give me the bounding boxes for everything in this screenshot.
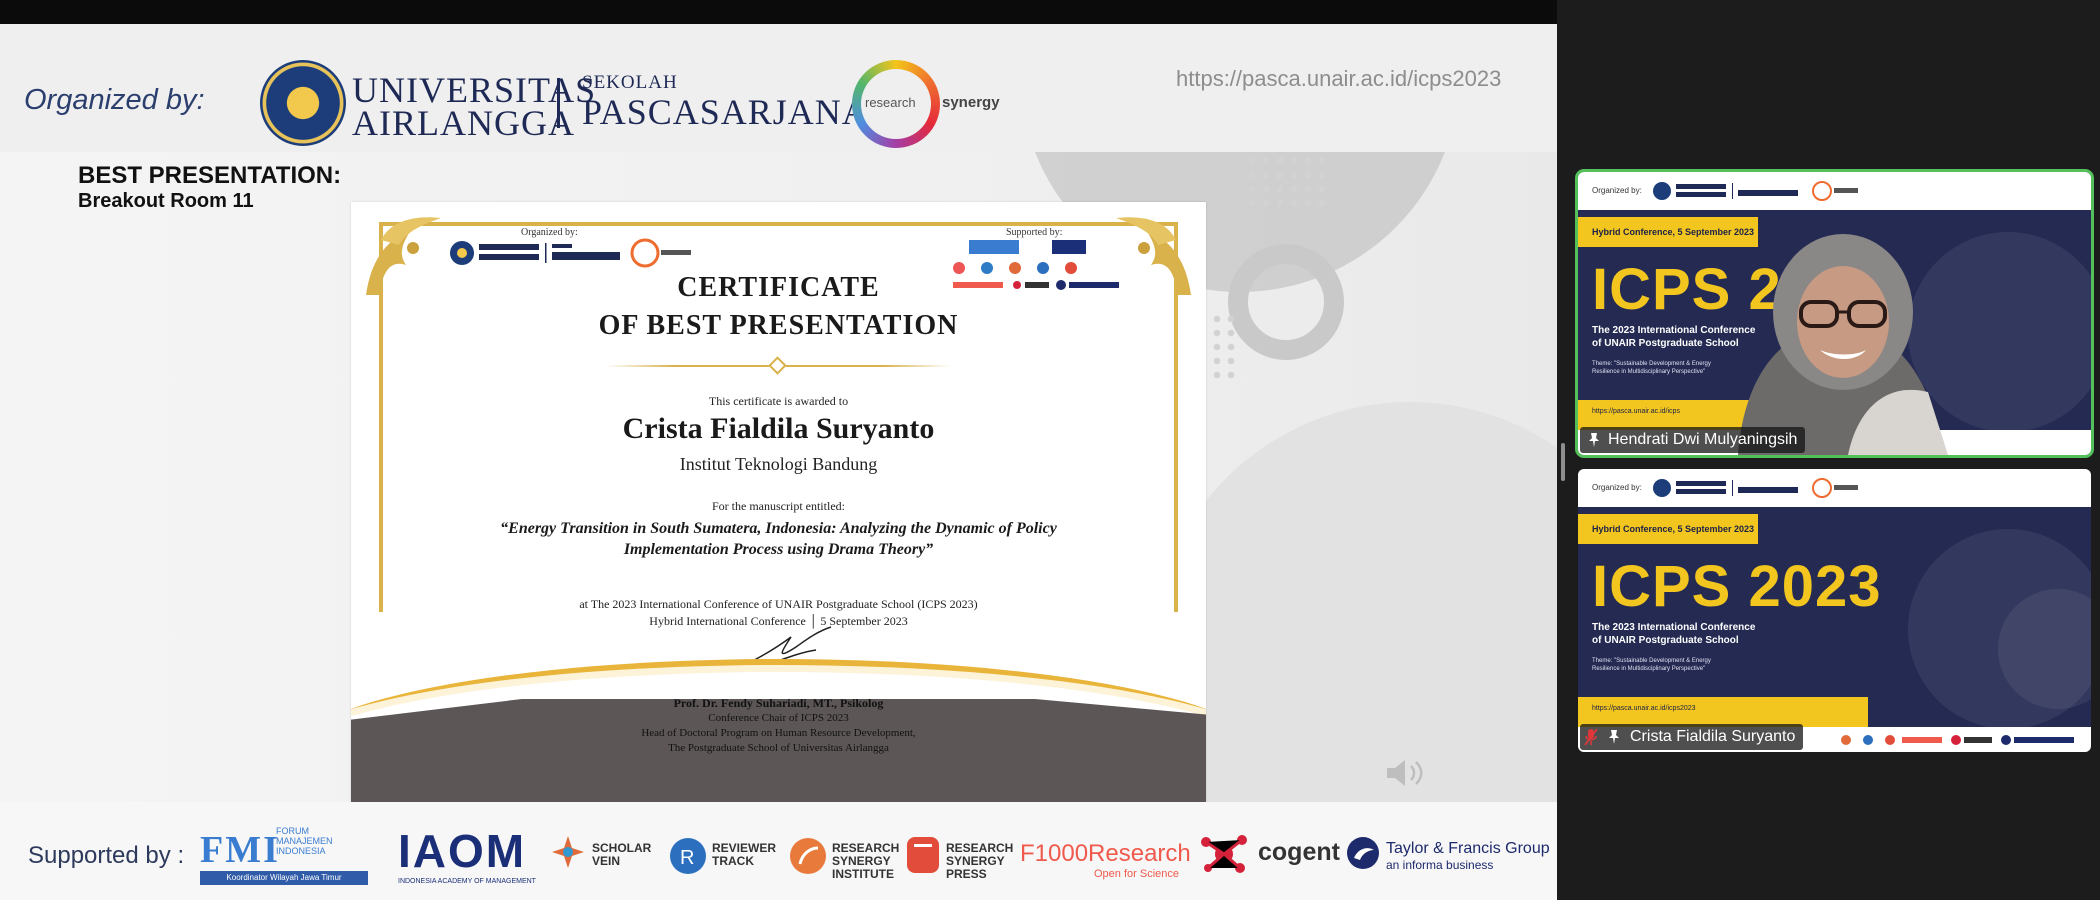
shared-screen[interactable]: Organized by: UNIVERSITAS AIRLANGGA SEKO… [0,0,1557,900]
scholar-vein-icon [552,836,584,868]
manuscript-title: “Energy Transition in South Sumatera, In… [500,520,1057,558]
taylor-francis-logo: Taylor & Francis Group an informa busine… [1386,840,1550,874]
certificate-supported-by: Supported by: [1006,227,1063,238]
certificate: Organized by: Supported by: CERTIFICATE [351,202,1206,802]
participant-name: Hendrati Dwi Mulyaningsih [1608,431,1798,448]
tile-organized-by: Organized by: [1592,186,1642,195]
fmi-logo-sub: FORUM MANAJEMEN INDONESIA [276,826,333,856]
signer-role: Head of Doctoral Program on Human Resour… [641,727,916,739]
pin-icon [1609,730,1619,744]
research-synergy-press-logo: RESEARCH SYNERGY PRESS [946,841,1014,881]
slide-footer: Supported by : FMI FORUM MANAJEMEN INDON… [0,802,1557,900]
participant-video-icon [1738,234,1948,455]
participant-name: Crista Fialdila Suryanto [1630,728,1796,745]
participant-tile[interactable]: Organized by: Hybrid Conference, 5 Septe… [1575,169,2094,458]
mic-muted-icon [1584,728,1598,746]
tile-organized-by: Organized by: [1592,483,1642,492]
awarded-to-label: This certificate is awarded to [708,394,849,408]
sekolah-logo-text: SEKOLAH PASCASARJANA [582,72,869,130]
f1000research-sub: Open for Science [1094,868,1179,880]
tile-banner-title: ICPS 2023 [1592,554,1882,619]
tile-footer-logos [1841,735,2074,745]
reviewer-track-logo: REVIEWER TRACK [712,841,777,868]
slide-header: Organized by: UNIVERSITAS AIRLANGGA SEKO… [0,24,1557,152]
slide-body: BEST PRESENTATION: Breakout Room 11 Orga… [0,152,1557,802]
tile-header-logos [1653,181,1858,201]
f1000research-logo: F1000Research [1020,840,1191,867]
award-title: BEST PRESENTATION: [78,162,342,189]
conference-url: https://pasca.unair.ac.id/icps2023 [1176,66,1502,91]
research-synergy-press-icon [907,837,939,873]
event-line1: at The 2023 International Conference of … [579,597,978,611]
decorative-dots [1245,154,1325,214]
synergy-word: synergy [942,94,1000,111]
tile-header-logos [1653,478,1858,498]
participant-name-tag: Crista Fialdila Suryanto [1580,724,1804,750]
tile-date: Hybrid Conference, 5 September 2023 [1578,514,1758,544]
tf-line1: Taylor & Francis Group [1386,840,1550,857]
tf-line2: an informa business [1386,858,1494,872]
logo-divider [557,78,560,128]
supported-by-label: Supported by : [28,842,185,869]
breakout-room-label: Breakout Room 11 [78,190,254,212]
research-synergy-institute-logo: RESEARCH SYNERGY INSTITUTE [832,841,900,881]
tile-header: Organized by: [1578,469,2091,507]
participant-name-tag: Hendrati Dwi Mulyaningsih [1580,427,1806,453]
taylor-francis-icon [1347,837,1379,869]
tile-subtitle-line1: The 2023 International Conference [1592,622,1756,633]
tile-subtitle-line2: of UNAIR Postgraduate School [1592,635,1739,646]
reviewer-track-icon: R [670,838,706,874]
rs-logo-label: research [865,95,916,110]
iaom-logo: IAOM [398,825,527,877]
certificate-title-line1: CERTIFICATE [677,272,880,303]
manuscript-label: For the manuscript entitled: [712,499,845,513]
decorative-dots [1210,312,1240,382]
tile-header: Organized by: [1578,172,2091,210]
tile-url: https://pasca.unair.ac.id/icps2023 [1578,697,1868,727]
certificate-organized-by: Organized by: [521,227,578,238]
svg-text:R: R [680,847,694,869]
organizer-logos [450,238,691,268]
resize-handle[interactable] [1561,443,1565,481]
recipient-name: Crista Fialdila Suryanto [622,412,935,445]
signer-role: Conference Chair of ICPS 2023 [708,712,849,724]
research-synergy-institute-icon [790,838,826,874]
cogent-logo: cogent [1258,838,1340,866]
participant-tile[interactable]: Organized by: Hybrid Conference, 5 Septe… [1578,469,2091,752]
sekolah-line1: SEKOLAH [582,72,678,93]
cogent-icon [1201,835,1247,873]
speaker-icon [1387,760,1423,786]
fmi-logo-bar: Koordinator Wilayah Jawa Timur [200,871,368,885]
tile-subtitle: The 2023 International Conference of UNA… [1592,621,1755,647]
meeting-window: Organized by: UNIVERSITAS AIRLANGGA SEKO… [0,0,2100,900]
top-bar [0,0,1557,24]
fmi-logo: FMI [200,829,280,871]
research-synergy-logo: research [852,60,940,148]
certificate-title-line2: OF BEST PRESENTATION [598,310,959,341]
tile-theme: Theme: "Sustainable Development & Energy… [1592,658,1711,672]
signer-role: The Postgraduate School of Universitas A… [668,742,889,754]
unair-seal-logo [260,60,346,146]
scholar-vein-logo: SCHOLAR VEIN [592,841,652,868]
decorative-ring [1228,244,1344,360]
sekolah-line2: PASCASARJANA [582,92,869,132]
signer-name: Prof. Dr. Fendy Suhariadi, MT., Psikolog [673,696,884,710]
signature-block: Prof. Dr. Fendy Suhariadi, MT., Psikolog… [351,696,1206,756]
organized-by-label: Organized by: [24,84,205,116]
recipient-institution: Institut Teknologi Bandung [679,454,878,474]
pin-icon [1589,433,1599,447]
iaom-logo-sub: INDONESIA ACADEMY OF MANAGEMENT [398,878,536,885]
decorative-circle [1150,402,1557,802]
